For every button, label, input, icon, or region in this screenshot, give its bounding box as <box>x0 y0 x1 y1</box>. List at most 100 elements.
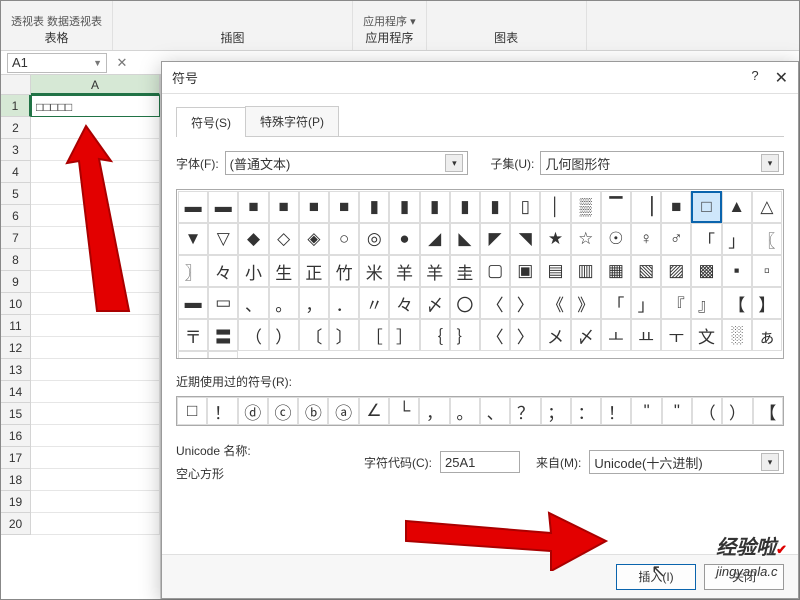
recent-symbol[interactable]: " <box>662 397 692 425</box>
row-header[interactable]: 2 <box>1 117 31 139</box>
symbol-cell[interactable]: ◎ <box>359 223 389 255</box>
symbol-cell[interactable]: 〖 <box>752 223 782 255</box>
help-icon[interactable]: ? <box>751 68 758 88</box>
cell[interactable] <box>31 337 160 359</box>
symbol-cell[interactable]: 【 <box>722 287 752 319</box>
row-header[interactable]: 1 <box>1 95 31 117</box>
symbol-cell[interactable]: ◤ <box>480 223 510 255</box>
symbol-cell[interactable]: ［ <box>359 319 389 351</box>
ribbon-group-illustrations[interactable]: 插图 <box>113 1 353 50</box>
cell[interactable] <box>31 227 160 249</box>
recent-symbol[interactable]: （ <box>692 397 722 425</box>
symbol-cell[interactable]: 『 <box>661 287 691 319</box>
recent-symbol[interactable]: 【 <box>753 397 783 425</box>
symbol-cell[interactable]: 」 <box>631 287 661 319</box>
charcode-input[interactable] <box>440 451 520 473</box>
symbol-cell[interactable]: ▮ <box>359 191 389 223</box>
symbol-cell[interactable]: 〇 <box>450 287 480 319</box>
cell[interactable] <box>31 161 160 183</box>
cell[interactable] <box>31 249 160 271</box>
recent-symbol[interactable]: ⓓ <box>238 397 268 425</box>
row-header[interactable]: 8 <box>1 249 31 271</box>
symbol-cell[interactable]: 、 <box>238 287 268 319</box>
symbol-cell[interactable]: 》 <box>571 287 601 319</box>
cell[interactable] <box>31 315 160 337</box>
row-header[interactable]: 16 <box>1 425 31 447</box>
recent-symbol[interactable]: ， <box>419 397 449 425</box>
symbol-cell[interactable]: ▮ <box>480 191 510 223</box>
subset-combo[interactable]: 几何图形符 ▾ <box>540 151 784 175</box>
symbol-cell[interactable]: ▬ <box>178 191 208 223</box>
symbol-cell[interactable]: ） <box>269 319 299 351</box>
ribbon-group-tables[interactable]: 透视表 数据透视表 表格 <box>1 1 113 50</box>
symbol-cell[interactable]: （ <box>238 319 268 351</box>
symbol-cell[interactable]: ▨ <box>661 255 691 287</box>
tab-symbols[interactable]: 符号(S) <box>176 107 246 137</box>
symbol-cell[interactable]: 」 <box>722 223 752 255</box>
cell[interactable] <box>31 183 160 205</box>
row-header[interactable]: 9 <box>1 271 31 293</box>
cell[interactable] <box>31 205 160 227</box>
symbol-cell[interactable]: 〈 <box>480 287 510 319</box>
cell[interactable] <box>31 359 160 381</box>
recent-symbol[interactable]: 。 <box>450 397 480 425</box>
recent-symbol[interactable]: 、 <box>480 397 510 425</box>
symbol-cell[interactable]: ▣ <box>510 255 540 287</box>
row-header[interactable]: 11 <box>1 315 31 337</box>
symbol-cell[interactable]: ■ <box>329 191 359 223</box>
symbol-cell[interactable]: 。 <box>269 287 299 319</box>
symbol-cell[interactable]: ■ <box>269 191 299 223</box>
symbol-cell[interactable]: ◢ <box>420 223 450 255</box>
symbol-cell[interactable]: 羊 <box>389 255 419 287</box>
symbol-cell[interactable]: ■ <box>238 191 268 223</box>
recent-symbol[interactable]: ⓒ <box>268 397 298 425</box>
cell[interactable] <box>31 469 160 491</box>
select-all-corner[interactable] <box>1 75 31 95</box>
symbol-cell[interactable]: ◈ <box>299 223 329 255</box>
symbol-cell[interactable]: ▽ <box>208 223 238 255</box>
symbol-cell[interactable]: │ <box>540 191 570 223</box>
symbol-cell[interactable]: ○ <box>329 223 359 255</box>
symbol-cell[interactable]: ▼ <box>178 223 208 255</box>
symbol-cell[interactable]: ▕ <box>631 191 661 223</box>
ribbon-group-charts[interactable]: 图表 <box>427 1 587 50</box>
symbol-cell[interactable]: ▔ <box>601 191 631 223</box>
symbol-cell[interactable]: 圭 <box>450 255 480 287</box>
cell[interactable] <box>31 447 160 469</box>
symbol-cell[interactable]: 〗 <box>178 255 208 287</box>
symbol-cell[interactable]: 』 <box>691 287 721 319</box>
chevron-down-icon[interactable]: ▾ <box>761 453 779 471</box>
symbol-cell[interactable]: 「 <box>601 287 631 319</box>
recent-symbol[interactable]: ； <box>541 397 571 425</box>
symbol-cell[interactable]: ㅗ <box>601 319 631 351</box>
dialog-titlebar[interactable]: 符号 ? ✕ <box>162 62 798 94</box>
from-combo[interactable]: Unicode(十六进制) ▾ <box>589 450 784 474</box>
cell[interactable] <box>31 293 160 315</box>
symbol-cell[interactable]: ▥ <box>571 255 601 287</box>
symbol-cell[interactable]: 々 <box>208 255 238 287</box>
symbol-cell[interactable]: 米 <box>359 255 389 287</box>
symbol-cell[interactable]: ★ <box>540 223 570 255</box>
symbol-cell[interactable]: ． <box>329 287 359 319</box>
recent-symbol[interactable]: ？ <box>510 397 540 425</box>
row-header[interactable]: 7 <box>1 227 31 249</box>
cell[interactable] <box>31 271 160 293</box>
symbol-cell[interactable]: ▧ <box>631 255 661 287</box>
symbol-cell[interactable]: ▪ <box>722 255 752 287</box>
cell[interactable] <box>31 425 160 447</box>
recent-symbol[interactable]: ） <box>722 397 752 425</box>
symbol-cell[interactable]: 《 <box>540 287 570 319</box>
symbol-cell[interactable]: ░ <box>722 319 752 351</box>
symbol-cell[interactable]: ぁ <box>752 319 782 351</box>
symbol-cell[interactable]: 文 <box>691 319 721 351</box>
symbol-cell[interactable]: ， <box>299 287 329 319</box>
recent-symbol[interactable]: ⓑ <box>298 397 328 425</box>
chevron-down-icon[interactable]: ▾ <box>761 154 779 172</box>
symbol-cell[interactable]: 〕 <box>329 319 359 351</box>
row-header[interactable]: 20 <box>1 513 31 535</box>
recent-symbol[interactable]: └ <box>389 397 419 425</box>
symbol-cell[interactable]: 〒 <box>178 319 208 351</box>
row-header[interactable]: 14 <box>1 381 31 403</box>
recent-symbol[interactable]: ！ <box>207 397 237 425</box>
symbol-cell[interactable]: ▲ <box>722 191 752 223</box>
